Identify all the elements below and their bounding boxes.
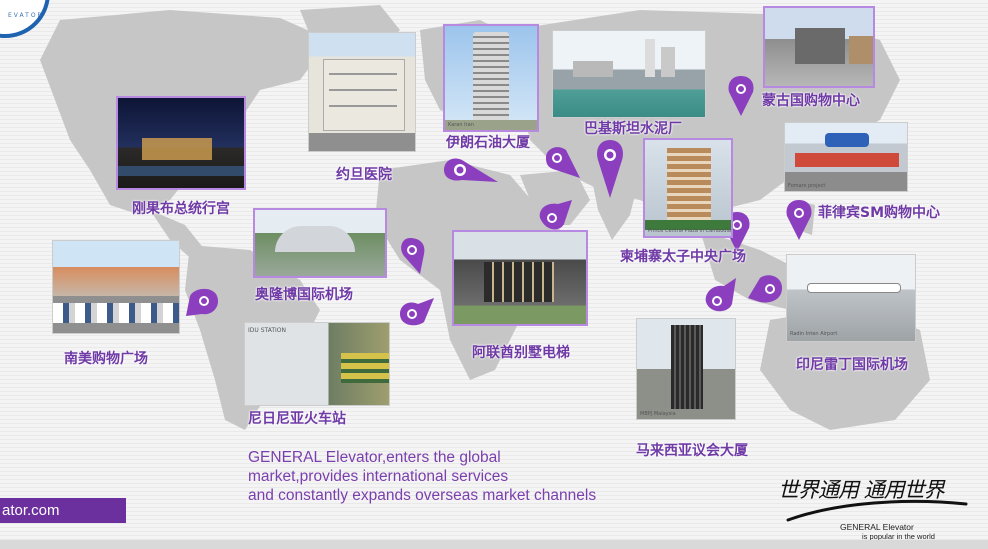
label-indonesia-airport: 印尼雷丁国际机场 — [796, 357, 908, 373]
photo-abuja-airport — [253, 208, 387, 278]
slogan-block: 世界通用 通用世界 GENERAL Elevator is popular in… — [778, 474, 978, 544]
label-iran-oil-tower: 伊朗石油大厦 — [446, 135, 530, 151]
photo-philippines-sm-mall: Fomars project — [784, 122, 908, 192]
label-philippines-sm-mall: 菲律宾SM购物中心 — [818, 205, 941, 221]
tagline-line-2: market,provides international services — [248, 468, 509, 485]
photo-congo-palace — [116, 96, 246, 190]
photo-mongolia-mall — [763, 6, 875, 88]
photo-nigeria-station: IDU STATION — [244, 322, 390, 406]
label-malaysia-parliament: 马来西亚议会大厦 — [636, 443, 748, 459]
map-pin-icon — [597, 140, 623, 198]
brush-stroke — [786, 499, 968, 522]
photo-malaysia-parliament: MBPJ Malaysia — [636, 318, 736, 420]
tagline: GENERAL Elevator,enters the global marke… — [248, 448, 596, 505]
map-pin-icon — [705, 278, 736, 312]
caption-cambodia: Prince Central Plaza in Cambodia — [648, 228, 731, 234]
map-pin-icon — [401, 238, 425, 274]
website-link[interactable]: ator.com — [0, 498, 126, 523]
tagline-line-3: and constantly expands overseas market c… — [248, 487, 597, 504]
logo-text: EVATOR — [8, 12, 44, 19]
label-mongolia-mall: 蒙古国购物中心 — [762, 93, 860, 109]
label-uae-villa: 阿联酋别墅电梯 — [472, 345, 570, 361]
map-pin-icon — [546, 147, 580, 178]
label-cambodia-plaza: 柬埔寨太子中央广场 — [620, 249, 746, 265]
caption-philippines: Fomars project — [788, 183, 826, 189]
photo-south-america-mall — [52, 240, 180, 334]
map-pin-icon — [400, 298, 434, 326]
photo-pakistan-cement — [552, 30, 706, 118]
photo-jordan-hospital — [308, 32, 416, 152]
map-pin-icon — [444, 158, 498, 182]
caption-malaysia: MBPJ Malaysia — [640, 411, 676, 417]
label-south-america-mall: 南美购物广场 — [64, 351, 148, 367]
photo-cambodia-plaza: Prince Central Plaza in Cambodia — [643, 138, 733, 238]
photo-indonesia-airport: Radin Inten Airport — [786, 254, 916, 342]
caption-nigeria: IDU STATION — [248, 327, 286, 334]
map-pin-icon — [728, 76, 754, 116]
label-abuja-airport: 奥隆博国际机场 — [255, 287, 353, 303]
label-congo-palace: 刚果布总统行宫 — [132, 201, 230, 217]
photo-uae-villa — [452, 230, 588, 326]
label-pakistan-cement: 巴基斯坦水泥厂 — [584, 121, 682, 137]
map-pin-icon — [748, 275, 782, 303]
label-jordan-hospital: 约旦医院 — [336, 167, 392, 183]
tagline-line-1: GENERAL Elevator,enters the global — [248, 449, 501, 466]
map-pin-icon — [786, 200, 812, 240]
caption-iran: Karan Iran — [448, 122, 474, 128]
bottom-strip — [0, 540, 988, 549]
map-pin-icon — [186, 288, 219, 316]
slogan-english-1: GENERAL Elevator — [840, 522, 914, 532]
label-nigeria-station: 尼日尼亚火车站 — [248, 411, 346, 427]
photo-iran-oil-tower: Karan Iran — [443, 24, 539, 132]
caption-indonesia: Radin Inten Airport — [790, 331, 838, 337]
